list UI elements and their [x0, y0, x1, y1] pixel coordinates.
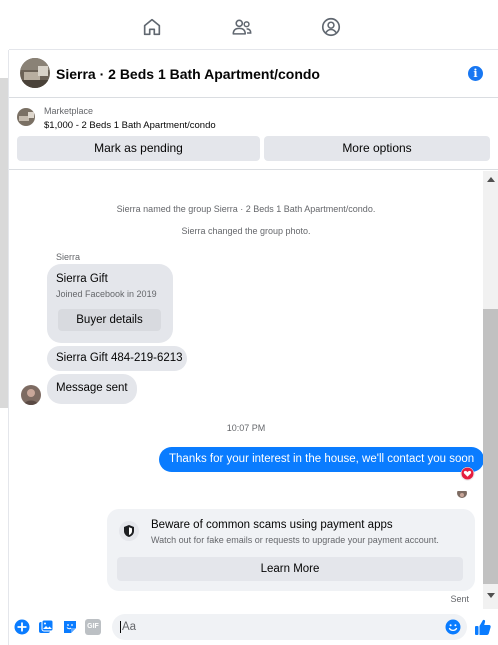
people-icon[interactable]: [231, 16, 253, 38]
conversation-title: Sierra · 2 Beds 1 Bath Apartment/condo: [56, 66, 320, 82]
left-scrollbar[interactable]: [0, 78, 8, 408]
marketplace-label: Marketplace: [44, 106, 94, 116]
seen-by-avatar: [457, 488, 467, 498]
message-status: Sent: [450, 594, 469, 604]
info-icon[interactable]: i: [468, 66, 483, 81]
emoji-icon[interactable]: [445, 619, 461, 635]
buyer-details-button[interactable]: Buyer details: [58, 309, 161, 331]
sender-name: Sierra: [56, 252, 81, 262]
message-composer: GIF Aa: [9, 609, 498, 645]
text-caret: [120, 620, 121, 633]
top-nav: [9, 0, 498, 50]
message-input-placeholder: Aa: [122, 621, 137, 633]
message-timestamp: 10:07 PM: [226, 423, 266, 433]
plus-circle-icon[interactable]: [14, 619, 30, 635]
avatar[interactable]: [21, 385, 41, 405]
gif-icon[interactable]: GIF: [85, 619, 101, 635]
mark-as-pending-button[interactable]: Mark as pending: [17, 136, 260, 161]
scam-warning-title: Beware of common scams using payment app…: [151, 519, 393, 531]
message-bubble[interactable]: Message sent: [47, 374, 137, 404]
scroll-down-arrow-icon[interactable]: [487, 593, 495, 598]
profile-card-subtitle: Joined Facebook in 2019: [56, 289, 157, 299]
sticker-icon[interactable]: [62, 619, 78, 635]
profile-circle-icon[interactable]: [320, 16, 342, 38]
learn-more-button[interactable]: Learn More: [117, 557, 463, 581]
chat-scrollbar[interactable]: [483, 171, 498, 609]
heart-reaction-icon[interactable]: [461, 467, 474, 480]
scam-warning-subtitle: Watch out for fake emails or requests to…: [151, 535, 439, 545]
photo-icon[interactable]: [38, 619, 54, 635]
message-input[interactable]: Aa: [112, 614, 467, 640]
scrollbar-thumb[interactable]: [483, 309, 498, 584]
marketplace-listing-panel: Marketplace $1,000 - 2 Beds 1 Bath Apart…: [9, 98, 498, 170]
profile-card-bubble: Sierra Gift Joined Facebook in 2019 Buye…: [47, 264, 173, 343]
more-options-button[interactable]: More options: [264, 136, 490, 161]
system-message: Sierra named the group Sierra · 2 Beds 1…: [116, 204, 376, 214]
listing-small-thumbnail: [17, 108, 35, 126]
conversation-header: Sierra · 2 Beds 1 Bath Apartment/condo i: [9, 50, 498, 98]
system-message: Sierra changed the group photo.: [181, 226, 311, 236]
profile-card-name: Sierra Gift: [56, 273, 108, 285]
message-bubble[interactable]: Sierra Gift 484-219-6213: [47, 346, 187, 371]
home-icon[interactable]: [141, 16, 163, 38]
messenger-window: Sierra · 2 Beds 1 Bath Apartment/condo i…: [0, 0, 498, 645]
scroll-up-arrow-icon[interactable]: [487, 177, 495, 182]
listing-price-title[interactable]: $1,000 - 2 Beds 1 Bath Apartment/condo: [44, 120, 216, 131]
outgoing-message-bubble[interactable]: Thanks for your interest in the house, w…: [159, 447, 483, 472]
thumbs-up-icon[interactable]: [474, 618, 492, 636]
listing-thumbnail[interactable]: [20, 58, 50, 88]
message-thread: Sierra named the group Sierra · 2 Beds 1…: [9, 171, 483, 609]
shield-icon: [119, 521, 139, 541]
scam-warning-card: Beware of common scams using payment app…: [107, 509, 475, 591]
